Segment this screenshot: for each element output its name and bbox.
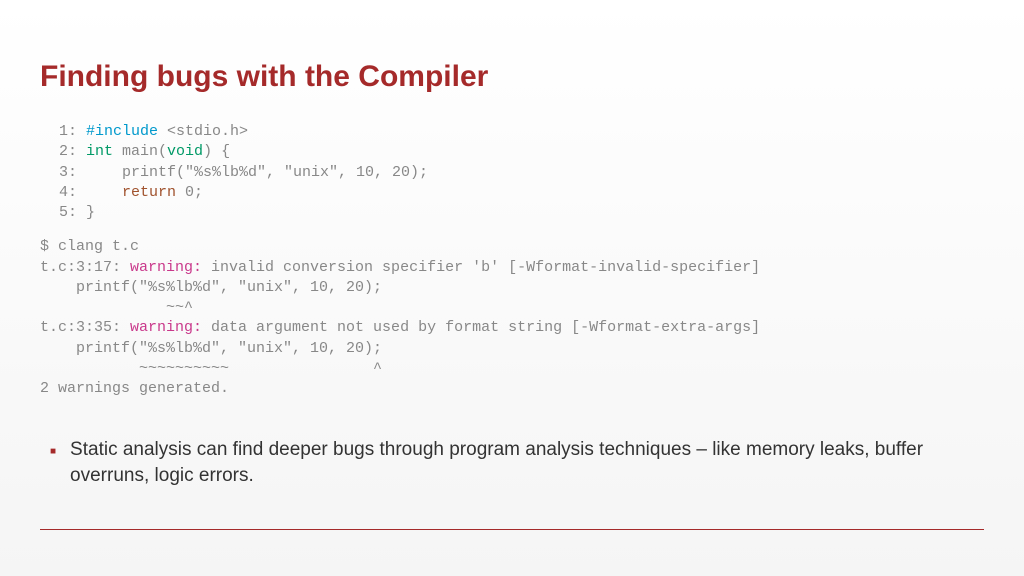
- warning-summary: 2 warnings generated.: [40, 380, 229, 397]
- line-3: 3: printf("%s%lb%d", "unix", 10, 20);: [50, 164, 428, 181]
- bullet-item: ■ Static analysis can find deeper bugs t…: [50, 437, 984, 488]
- warning-1-caret: ~~^: [40, 299, 193, 316]
- bullet-marker-icon: ■: [50, 445, 56, 459]
- compiler-output-block: $ clang t.c t.c:3:17: warning: invalid c…: [40, 237, 984, 399]
- warning-2-header: t.c:3:35: warning: data argument not use…: [40, 319, 760, 336]
- warning-1-header: t.c:3:17: warning: invalid conversion sp…: [40, 259, 760, 276]
- shell-command: $ clang t.c: [40, 238, 139, 255]
- bullet-list: ■ Static analysis can find deeper bugs t…: [50, 437, 984, 488]
- warning-2-caret: ~~~~~~~~~~ ^: [40, 360, 382, 377]
- line-1: 1: #include <stdio.h>: [50, 123, 248, 140]
- line-2: 2: int main(void) {: [50, 143, 230, 160]
- warning-2-code: printf("%s%lb%d", "unix", 10, 20);: [40, 340, 382, 357]
- page-title: Finding bugs with the Compiler: [40, 60, 984, 94]
- footer-divider: [40, 529, 984, 530]
- bullet-text: Static analysis can find deeper bugs thr…: [70, 437, 984, 488]
- warning-1-code: printf("%s%lb%d", "unix", 10, 20);: [40, 279, 382, 296]
- line-4: 4: return 0;: [50, 184, 203, 201]
- line-5: 5: }: [50, 204, 95, 221]
- source-code-block: 1: #include <stdio.h> 2: int main(void) …: [50, 122, 984, 223]
